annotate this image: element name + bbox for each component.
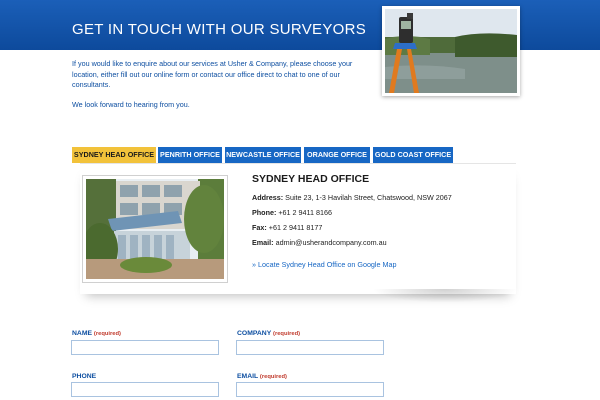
office-building-photo	[82, 175, 228, 283]
email-label: Email:	[252, 238, 274, 247]
intro-text: If you would like to enquire about our s…	[72, 59, 357, 119]
phone-field[interactable]	[71, 382, 219, 397]
google-map-link[interactable]: » Locate Sydney Head Office on Google Ma…	[252, 260, 397, 269]
required-marker: (required)	[273, 331, 301, 337]
page-title: GET IN TOUCH WITH OUR SURVEYORS	[72, 21, 367, 38]
phone-label-text: PHONE	[72, 373, 97, 380]
office-name: SYDNEY HEAD OFFICE	[252, 173, 370, 185]
address-label: Address:	[252, 193, 284, 202]
office-address: Address: Suite 23, 1-3 Havilah Street, C…	[252, 193, 452, 202]
tab-gold-coast-office[interactable]: GOLD COAST OFFICE	[373, 147, 453, 163]
panel-shadow	[372, 289, 518, 303]
required-marker: (required)	[93, 331, 121, 337]
office-fax: Fax: +61 2 9411 8177	[252, 223, 322, 232]
fax-value: +61 2 9411 8177	[268, 223, 323, 232]
name-label: NAME (required)	[72, 330, 121, 337]
email-value[interactable]: admin@usherandcompany.com.au	[276, 238, 387, 247]
tab-orange-office[interactable]: ORANGE OFFICE	[304, 147, 370, 163]
phone-field-label: PHONE	[72, 373, 96, 380]
company-label-text: COMPANY	[237, 330, 272, 337]
office-email: Email: admin@usherandcompany.com.au	[252, 238, 387, 247]
company-field[interactable]	[236, 340, 384, 355]
email-label-text: EMAIL	[237, 373, 259, 380]
fax-label: Fax:	[252, 223, 267, 232]
company-label: COMPANY (required)	[237, 330, 300, 337]
name-label-text: NAME	[72, 330, 93, 337]
required-marker: (required)	[259, 374, 287, 380]
closing-paragraph: We look forward to hearing from you.	[72, 99, 190, 109]
address-value: Suite 23, 1-3 Havilah Street, Chatswood,…	[285, 193, 452, 202]
email-field-label: EMAIL (required)	[237, 373, 287, 380]
name-field[interactable]	[71, 340, 219, 355]
tab-newcastle-office[interactable]: NEWCASTLE OFFICE	[225, 147, 301, 163]
office-phone: Phone: +61 2 9411 8166	[252, 208, 332, 217]
phone-value: +61 2 9411 8166	[278, 208, 332, 217]
phone-label: Phone:	[252, 208, 277, 217]
surveyor-equipment-photo	[382, 6, 520, 96]
intro-paragraph: If you would like to enquire about our s…	[72, 59, 353, 89]
tab-sydney-head-office[interactable]: SYDNEY HEAD OFFICE	[72, 147, 156, 163]
email-field[interactable]	[236, 382, 384, 397]
tab-penrith-office[interactable]: PENRITH OFFICE	[158, 147, 222, 163]
